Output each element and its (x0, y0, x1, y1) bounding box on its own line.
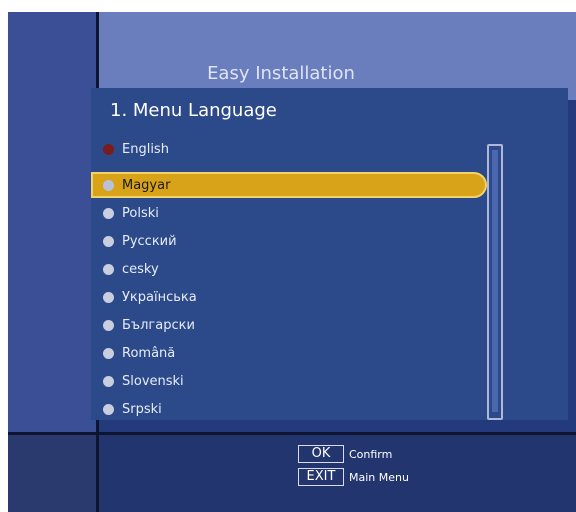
exit-key-button[interactable]: EXIT (298, 468, 344, 486)
language-item-slovenski[interactable]: Slovenski (91, 368, 491, 394)
language-item-srpski[interactable]: Srpski (91, 396, 491, 422)
language-item-english[interactable]: English (91, 136, 491, 162)
language-item-cesky[interactable]: cesky (91, 256, 491, 282)
left-bottom-panel (8, 432, 96, 512)
section-title: 1. Menu Language (110, 100, 277, 121)
bullet-icon (103, 319, 114, 331)
language-label: Українська (122, 289, 197, 305)
language-item-magyar[interactable]: Magyar (91, 172, 487, 198)
bullet-icon (103, 403, 114, 415)
bullet-icon (103, 235, 114, 247)
ok-hint-label: Confirm (349, 447, 393, 461)
language-label: Srpski (122, 401, 162, 417)
language-scrollbar[interactable] (487, 144, 503, 420)
bullet-icon (103, 347, 114, 359)
bullet-icon (103, 375, 114, 387)
language-label: Slovenski (122, 373, 184, 389)
language-item-polski[interactable]: Polski (91, 200, 491, 226)
language-label: Magyar (122, 177, 171, 193)
bullet-icon (103, 179, 114, 191)
left-panel (8, 12, 96, 432)
bullet-icon (103, 291, 114, 303)
ok-hint: OK Confirm (298, 445, 392, 463)
language-label: English (122, 141, 169, 157)
scrollbar-thumb[interactable] (492, 150, 498, 412)
header-bar (99, 12, 576, 100)
language-item-balgarski[interactable]: Български (91, 312, 491, 338)
language-label: cesky (122, 261, 159, 277)
bullet-icon (103, 207, 114, 219)
language-item-ukrainska[interactable]: Українська (91, 284, 491, 310)
language-label: Русский (122, 233, 177, 249)
exit-hint-label: Main Menu (349, 470, 409, 484)
bullet-icon (103, 263, 114, 275)
page-title: Easy Installation (207, 63, 355, 84)
exit-hint: EXIT Main Menu (298, 468, 409, 486)
language-label: Polski (122, 205, 159, 221)
language-label: Български (122, 317, 195, 333)
language-item-russkiy[interactable]: Русский (91, 228, 491, 254)
current-indicator-icon (103, 143, 114, 155)
language-item-romana[interactable]: Română (91, 340, 491, 366)
language-label: Română (122, 345, 176, 361)
ok-key-button[interactable]: OK (298, 445, 344, 463)
